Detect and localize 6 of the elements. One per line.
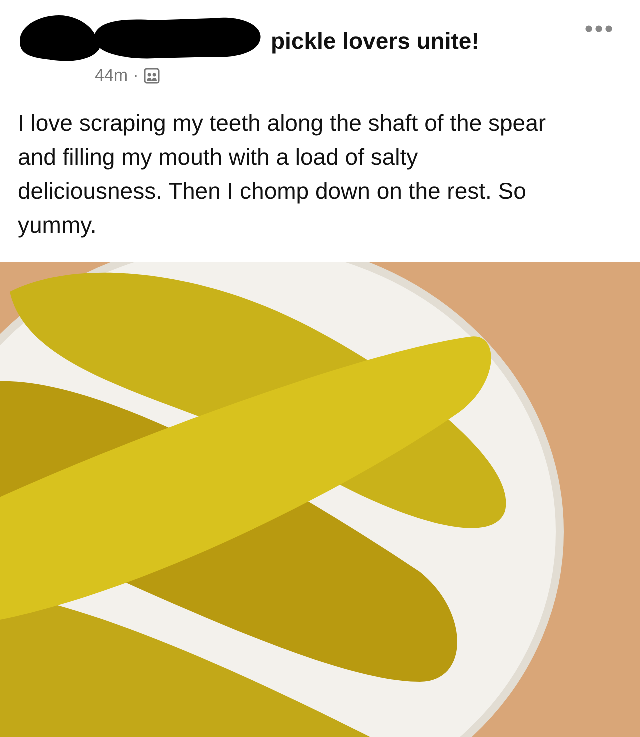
- post-text: I love scraping my teeth along the shaft of the spear and filling my mouth with a load of salty deliciousness. Then I chomp down on the rest. So yummy.: [18, 109, 548, 240]
- post-time: 44m: [95, 65, 128, 87]
- group-icon: [144, 68, 160, 84]
- group-name[interactable]: pickle lovers unite!: [271, 24, 480, 58]
- more-options-icon[interactable]: [585, 25, 613, 33]
- separator-dot: ·: [133, 65, 139, 87]
